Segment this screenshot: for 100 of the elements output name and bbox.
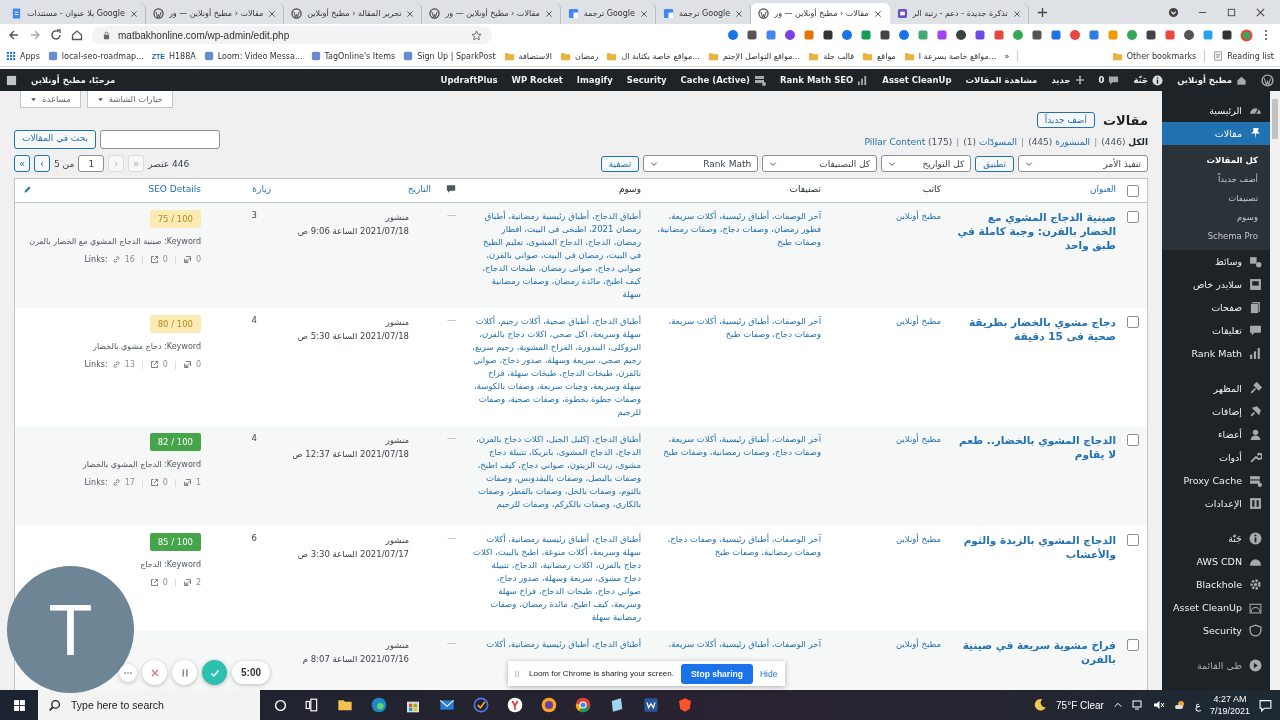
menu-item[interactable]: Security [1162,619,1270,642]
toolbar-link[interactable]: Security [626,75,667,85]
extension-icon[interactable] [955,29,967,41]
clock[interactable]: 4:27 AM 7/19/2021 [1209,693,1250,717]
extension-icon[interactable] [879,29,891,41]
category-links[interactable]: آخر الوصفات، أطباق رئيسية، أكلات سريعة، فطور رمضان، وصفات دجاج، وصفات رمضانية، وصفات طبخ [657,210,821,249]
apply-button[interactable]: تطبيق [975,155,1014,172]
extension-icon[interactable] [822,29,834,41]
screen-options-button[interactable]: خيارات الشاشة [86,91,174,108]
close-icon[interactable] [735,9,744,18]
checkbox[interactable] [1127,534,1139,546]
app-icon[interactable] [507,697,523,713]
cortana-icon[interactable] [274,698,287,712]
post-title-link[interactable]: الدجاج المشوي بالخضار.. طعم لا يقاوم [957,433,1116,461]
menu-item[interactable]: Rank Math [1162,342,1270,365]
browser-icon[interactable] [371,697,387,713]
extension-icon[interactable] [746,29,758,41]
menu-item[interactable]: Proxy Cache [1162,469,1270,492]
extension-icon[interactable] [974,29,986,41]
extension-icon[interactable] [1221,29,1233,41]
bookmark-link[interactable]: قالب جلة [808,50,855,62]
muted-speaker-icon[interactable] [1152,699,1165,711]
tag-links[interactable]: أطباق الدجاج، أطباق رئيسية رمضانية، أكلات [472,638,641,651]
app-icon[interactable] [609,697,625,713]
notification-icon[interactable] [1259,698,1272,712]
column-header[interactable]: زيارة [252,184,271,194]
bookmark-link[interactable]: الاستضافة [503,50,552,62]
maximize-icon[interactable] [1226,6,1237,18]
submenu-item[interactable]: وسوم [1162,207,1270,226]
author-link[interactable]: مطبخ أونلاين [837,433,941,446]
menu-item[interactable]: الرئيسية [1162,99,1270,122]
menu-item[interactable]: Asset CleanUp [1162,596,1270,619]
category-links[interactable]: آخر الوصفات، أطباق رئيسية، وصفات دجاج، وصفات رمضانية، وصفات طبخ [657,533,821,559]
bookmark-link[interactable]: local-seo-roadmap... [47,51,144,61]
language-indicator[interactable]: ع [1194,699,1201,711]
close-icon[interactable] [268,9,277,18]
menu-item[interactable]: جَنّة [1162,527,1270,550]
weather-icon[interactable] [1173,699,1186,711]
stop-sharing-button[interactable]: Stop sharing [680,663,753,684]
post-title-link[interactable]: الدجاج المشوي بالزبدة والثوم والأعشاب [957,533,1116,561]
tag-links[interactable]: أطباق الدجاج، أطباق رئيسية رمضانية، أكلات سهلة وسريعة، أكلات منوعة، اطبخ بالبيت، اكلات دجاج بالفرن، اكلات رمضانية، الدجاج، تتبيلة دجاج مشوى، سريعة وسهلة، صدور دجاج، صواني دجاج، طبخات الدجاج، فراخ سهلة وسريعة، كيف اطبخ، مائدة رمضان، وصفات رمضانية سهلة [472,533,641,624]
checkbox[interactable] [1127,434,1139,446]
pencil-icon[interactable] [23,184,32,194]
dropdown-select[interactable]: كل التصنيفات [762,155,878,172]
taskbar-search-field[interactable]: Type here to search [38,690,260,720]
pagination-button[interactable]: » [14,155,30,172]
toolbar-link[interactable]: UpdraftPlus [440,75,498,85]
menu-item[interactable]: إضافات [1162,400,1270,423]
address-field[interactable]: matbakhonline.com/wp-admin/edit.php [92,26,492,44]
hide-link[interactable]: Hide [759,668,778,679]
bookmark-link[interactable]: Reading list [1213,51,1274,61]
toolbar-link[interactable]: جديد [1051,75,1085,85]
close-icon[interactable] [1012,9,1021,18]
menu-item[interactable]: Blackhole [1162,573,1270,596]
extension-icon[interactable] [1145,29,1157,41]
checkmark-icon[interactable] [473,697,489,713]
help-button[interactable]: مساعدة [20,91,81,108]
collapse-menu-button[interactable]: طي القائمة [1162,654,1270,677]
page-number-field[interactable]: 1 [78,155,105,172]
bookmark-link[interactable]: Apps [6,51,40,61]
close-icon[interactable] [129,9,138,18]
star-icon[interactable] [471,29,482,41]
pagination-button[interactable]: › [34,155,50,172]
document-icon[interactable] [643,697,659,713]
category-links[interactable]: آخر الوصفات، أطباق رئيسية، أكلات سريعة، [657,638,821,651]
status-filter-link[interactable]: Pillar Content (175) [864,137,953,147]
menu-item[interactable]: مقالات [1162,122,1270,145]
submenu-item[interactable]: Schema Pro [1162,226,1270,245]
column-header[interactable]: SEO Details [148,184,201,194]
more-bookmarks-button[interactable]: » [1004,51,1010,61]
extension-icon[interactable] [1031,29,1043,41]
author-link[interactable]: مطبخ أونلاين [837,638,941,651]
post-title-link[interactable]: صينية الدجاج المشوي مع الخضار بالفرن: وجبة كاملة في طبق واحد [957,210,1116,252]
weather-text[interactable]: 75°F Clear [1056,699,1104,711]
tag-links[interactable]: أطباق الدجاج، أطباق صحية، أكلات رجيم، أكلات سهلة وسريعة، اكل صحي، اكلات دجاج بالفرن، البروكلى، البندورة، الفراخ المشوية، رجيم سريع، رجيم صحي، سريعة وسهلة، صدور دجاج، صواني بالفرن، طبخات الدجاج، طبخات سهلة، فراخ سهلة وسريعة، وجبات سريعة، وصفات بالكوسة، وصفات خطوة بخطوة، وصفات صحية، وصفات للرجيم [472,315,641,419]
toolbar-link[interactable]: Cache (Active) [680,74,766,86]
toolbar-link[interactable]: جَنّة [1133,74,1164,86]
scrollbar-thumb[interactable] [1272,99,1278,139]
checkbox[interactable] [1127,185,1139,197]
category-links[interactable]: آخر الوصفات، أطباق رئيسية، أكلات سريعة، وصفات دجاج، وصفات طبخ [657,315,821,341]
close-icon[interactable] [1255,6,1266,18]
author-link[interactable]: مطبخ أونلاين [837,315,941,328]
dropdown-select[interactable]: كل التواريخ [881,155,972,172]
toolbar-link[interactable]: Asset CleanUp [882,75,952,85]
author-link[interactable]: مطبخ أونلاين [837,210,941,223]
menu-item[interactable]: صفحات [1162,296,1270,319]
network-icon[interactable] [1131,699,1144,711]
submenu-item[interactable]: كل المقالات [1162,150,1270,169]
menu-item[interactable]: سلايدر خاص [1162,273,1270,296]
toolbar-link[interactable]: Imagify [576,75,613,85]
menu-item[interactable]: أدوات [1162,446,1270,469]
back-icon[interactable] [8,29,20,41]
menu-item[interactable]: AWS CDN [1162,550,1270,573]
tag-links[interactable]: أطباق الدجاج، إكليل الجبل، اكلات دجاج بالفرن، الدجاج، الدجاج المشوى، بابريكا، تتبيلة دجاج مشوى، زيت الزيتون، صواني دجاج، كيف اطبخ، وصفات بالبصل، وصفات بالبقدونس، وصفات بالثوم، وصفات بالخل، وصفات بالقطر، وصفات بالكاري، وصفات بالكركم، وصفات للرجيم [472,433,641,511]
dropdown-select[interactable]: Rank Math [643,155,759,172]
menu-item[interactable]: المظهر [1162,377,1270,400]
bookmark-link[interactable]: Other bookmarks [1111,50,1197,62]
submenu-item[interactable]: أضف جديداً [1162,169,1270,188]
submenu-item[interactable]: تصنيفات [1162,188,1270,207]
bookmark-link[interactable]: مواقع خاصة بسرعة ا... [903,50,997,62]
